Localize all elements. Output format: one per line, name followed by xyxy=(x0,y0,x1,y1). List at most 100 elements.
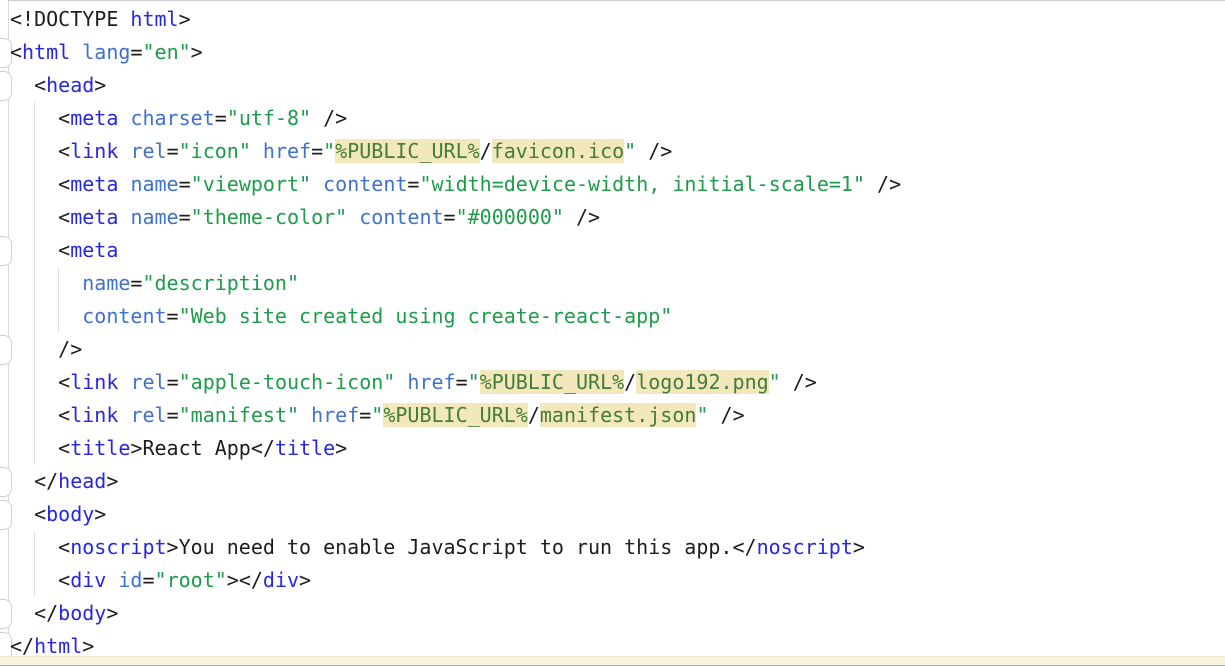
code-token: div xyxy=(263,568,299,592)
code-token: lang xyxy=(82,40,130,64)
code-token xyxy=(118,106,130,130)
code-line[interactable]: <title>React App</title> xyxy=(10,432,1225,465)
code-token: name xyxy=(130,172,178,196)
code-token: " xyxy=(769,370,781,394)
code-token: html xyxy=(34,634,82,658)
code-line[interactable]: <html lang="en"> xyxy=(10,36,1225,69)
code-token xyxy=(118,370,130,394)
code-token: "#000000" xyxy=(456,205,564,229)
code-token: "manifest" xyxy=(179,403,299,427)
code-token: > xyxy=(94,502,106,526)
code-token: >You need to enable JavaScript to run th… xyxy=(167,535,757,559)
code-token: rel xyxy=(130,139,166,163)
code-token: name xyxy=(130,205,178,229)
code-line[interactable]: name="description" xyxy=(10,267,1225,300)
code-token: content xyxy=(82,304,166,328)
code-token: meta xyxy=(70,172,118,196)
code-token: = xyxy=(444,205,456,229)
code-token: name xyxy=(82,271,130,295)
code-token: " xyxy=(371,403,383,427)
code-line[interactable]: <link rel="apple-touch-icon" href="%PUBL… xyxy=(10,366,1225,399)
code-line[interactable]: /> xyxy=(10,333,1225,366)
code-line[interactable]: <meta charset="utf-8" /> xyxy=(10,102,1225,135)
code-token: link xyxy=(70,370,118,394)
code-token: > xyxy=(94,73,106,97)
code-token: < xyxy=(10,238,70,262)
code-token: link xyxy=(70,139,118,163)
code-token: title xyxy=(70,436,130,460)
highlighted-token: %PUBLIC_URL% xyxy=(383,403,528,427)
code-token: div xyxy=(70,568,106,592)
code-line[interactable]: <div id="root"></div> xyxy=(10,564,1225,597)
code-token: /> xyxy=(311,106,347,130)
code-token: /> xyxy=(10,337,82,361)
code-token: "apple-touch-icon" xyxy=(179,370,396,394)
code-token: < xyxy=(10,403,70,427)
highlighted-token: %PUBLIC_URL% xyxy=(480,370,625,394)
code-token: / xyxy=(480,139,492,163)
code-token: > xyxy=(106,601,118,625)
code-line[interactable]: <meta name="theme-color" content="#00000… xyxy=(10,201,1225,234)
code-token: rel xyxy=(130,403,166,427)
code-token: = xyxy=(456,370,468,394)
code-line[interactable]: <meta name="viewport" content="width=dev… xyxy=(10,168,1225,201)
code-token: = xyxy=(130,40,142,64)
code-token: meta xyxy=(70,106,118,130)
code-token: = xyxy=(311,139,323,163)
current-line-highlight xyxy=(0,656,1225,665)
code-token: /> xyxy=(865,172,901,196)
code-token xyxy=(299,403,311,427)
code-line[interactable]: </head> xyxy=(10,465,1225,498)
code-token: "Web site created using create-react-app… xyxy=(179,304,673,328)
code-token: > xyxy=(335,436,347,460)
code-token: html xyxy=(130,7,178,31)
code-token xyxy=(106,568,118,592)
code-line[interactable]: <link rel="icon" href="%PUBLIC_URL%/favi… xyxy=(10,135,1225,168)
code-token: " xyxy=(624,139,636,163)
code-token: "en" xyxy=(142,40,190,64)
code-token xyxy=(70,40,82,64)
code-token: /> xyxy=(708,403,744,427)
code-token: = xyxy=(359,403,371,427)
code-token: < xyxy=(10,205,70,229)
code-token: /> xyxy=(636,139,672,163)
code-token: head xyxy=(58,469,106,493)
code-line[interactable]: <!DOCTYPE html> xyxy=(10,3,1225,36)
code-token: < xyxy=(10,139,70,163)
code-editor[interactable]: <!DOCTYPE html><html lang="en"> <head> <… xyxy=(0,0,1225,666)
code-token: < xyxy=(10,502,46,526)
code-line[interactable]: <noscript>You need to enable JavaScript … xyxy=(10,531,1225,564)
code-token: = xyxy=(179,205,191,229)
code-line[interactable]: <link rel="manifest" href="%PUBLIC_URL%/… xyxy=(10,399,1225,432)
code-token: < xyxy=(10,370,70,394)
code-token: title xyxy=(275,436,335,460)
code-token: = xyxy=(130,271,142,295)
code-line[interactable]: </body> xyxy=(10,597,1225,630)
code-token: noscript xyxy=(757,535,853,559)
code-token: "width=device-width, initial-scale=1" xyxy=(419,172,865,196)
code-token: > xyxy=(853,535,865,559)
code-line[interactable]: content="Web site created using create-r… xyxy=(10,300,1225,333)
code-token xyxy=(118,403,130,427)
code-line[interactable]: <meta xyxy=(10,234,1225,267)
code-token: / xyxy=(528,403,540,427)
code-token: > xyxy=(82,634,94,658)
code-token: "icon" xyxy=(179,139,251,163)
code-token: " xyxy=(468,370,480,394)
code-line[interactable]: <body> xyxy=(10,498,1225,531)
code-token: /> xyxy=(781,370,817,394)
code-line[interactable]: <head> xyxy=(10,69,1225,102)
code-token: body xyxy=(46,502,94,526)
code-token: meta xyxy=(70,238,118,262)
code-token xyxy=(311,172,323,196)
code-token: content xyxy=(323,172,407,196)
code-token: </ xyxy=(10,601,58,625)
code-token: charset xyxy=(130,106,214,130)
code-token: " xyxy=(323,139,335,163)
code-token: < xyxy=(10,436,70,460)
code-token: "viewport" xyxy=(191,172,311,196)
code-token: "description" xyxy=(142,271,299,295)
highlighted-token: logo192.png xyxy=(636,370,768,394)
code-token: meta xyxy=(70,205,118,229)
code-token: = xyxy=(215,106,227,130)
